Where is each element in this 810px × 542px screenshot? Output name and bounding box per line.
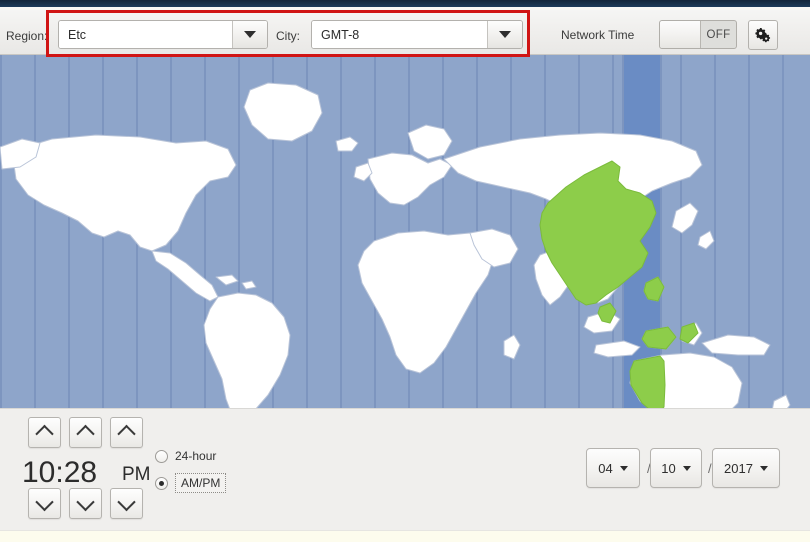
status-strip xyxy=(0,530,810,542)
chevron-down-icon xyxy=(759,465,768,471)
map-svg xyxy=(0,55,810,408)
toggle-knob xyxy=(660,21,701,48)
minute-increment-button[interactable] xyxy=(69,417,102,448)
date-time-settings-window: Region: Etc City: GMT-8 Network Time OFF xyxy=(0,0,810,542)
hour-decrement-button[interactable] xyxy=(28,488,61,519)
radio-24-hour-label: 24-hour xyxy=(175,449,217,463)
meridiem-decrement-button[interactable] xyxy=(110,488,143,519)
chevron-down-icon xyxy=(244,31,256,38)
window-title-bar xyxy=(0,0,810,7)
year-value: 2017 xyxy=(724,460,753,476)
city-combobox-value: GMT-8 xyxy=(312,21,487,48)
radio-24-hour-control[interactable] xyxy=(155,449,168,463)
chevron-down-icon xyxy=(76,492,95,512)
region-combobox-value: Etc xyxy=(59,21,232,48)
settings-button[interactable] xyxy=(748,20,778,50)
chevron-down-icon xyxy=(619,465,628,471)
region-combobox[interactable]: Etc xyxy=(58,20,268,49)
radio-24-hour[interactable]: 24-hour xyxy=(155,449,216,463)
region-dropdown-arrow[interactable] xyxy=(232,21,267,48)
network-time-toggle[interactable]: OFF xyxy=(659,20,737,49)
month-value: 04 xyxy=(598,460,613,476)
radio-selected-dot xyxy=(159,480,164,486)
minute-decrement-button[interactable] xyxy=(69,488,102,519)
year-dropdown[interactable]: 2017 xyxy=(712,448,780,488)
chevron-down-icon xyxy=(35,492,54,512)
chevron-down-icon xyxy=(499,31,511,38)
time-date-panel: 10:28 PM 24-hour AM/PM 04 / 10 / 2017 xyxy=(0,408,810,530)
chevron-up-icon xyxy=(35,424,54,444)
time-display-meridiem: PM xyxy=(122,464,151,485)
region-label: Region: xyxy=(6,29,48,43)
network-time-label: Network Time xyxy=(561,28,635,42)
meridiem-increment-button[interactable] xyxy=(110,417,143,448)
city-label: City: xyxy=(276,29,300,43)
city-dropdown-arrow[interactable] xyxy=(487,21,522,48)
city-combobox[interactable]: GMT-8 xyxy=(311,20,523,49)
chevron-down-icon xyxy=(117,492,136,512)
chevron-down-icon xyxy=(682,465,691,471)
chevron-up-icon xyxy=(76,424,95,444)
timezone-toolbar: Region: Etc City: GMT-8 Network Time OFF xyxy=(0,7,810,55)
chevron-up-icon xyxy=(117,424,136,444)
hour-increment-button[interactable] xyxy=(28,417,61,448)
month-dropdown[interactable]: 04 xyxy=(586,448,640,488)
day-value: 10 xyxy=(661,460,676,476)
day-dropdown[interactable]: 10 xyxy=(650,448,702,488)
world-timezone-map[interactable] xyxy=(0,55,810,408)
toggle-state-label: OFF xyxy=(706,28,731,41)
time-display-hm: 10:28 xyxy=(22,456,98,489)
radio-am-pm-label: AM/PM xyxy=(175,473,227,493)
radio-am-pm-control[interactable] xyxy=(155,476,168,490)
gear-icon xyxy=(754,27,770,42)
radio-am-pm[interactable]: AM/PM xyxy=(155,473,227,493)
